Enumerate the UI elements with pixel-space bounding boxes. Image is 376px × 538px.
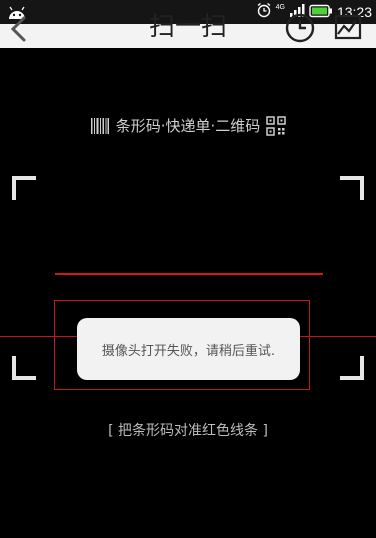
qrcode-icon: [266, 116, 287, 136]
album-button[interactable]: [334, 13, 362, 41]
viewfinder-corner-top-left: [12, 176, 36, 200]
barcode-icon: [90, 118, 109, 134]
align-hint: [ 把条形码对准红色线条 ]: [108, 423, 268, 439]
history-button[interactable]: [284, 12, 316, 44]
image-chart-icon: [334, 14, 362, 40]
title-bar: 扫一扫: [0, 12, 376, 48]
scan-hint: 条形码·快递单·二维码: [0, 115, 376, 137]
clock-icon: [285, 13, 315, 43]
viewfinder-corner-top-right: [340, 176, 364, 200]
error-toast: 摄像头打开失败，请稍后重试.: [77, 318, 300, 380]
toast-message: 摄像头打开失败，请稍后重试.: [101, 343, 276, 359]
scan-hint-text: 条形码·快递单·二维码: [115, 117, 261, 135]
page-title: 扫一扫: [148, 12, 227, 42]
viewfinder-corner-bottom-right: [340, 356, 364, 380]
viewfinder-corner-bottom-left: [12, 356, 36, 380]
laser-line: [55, 273, 323, 275]
